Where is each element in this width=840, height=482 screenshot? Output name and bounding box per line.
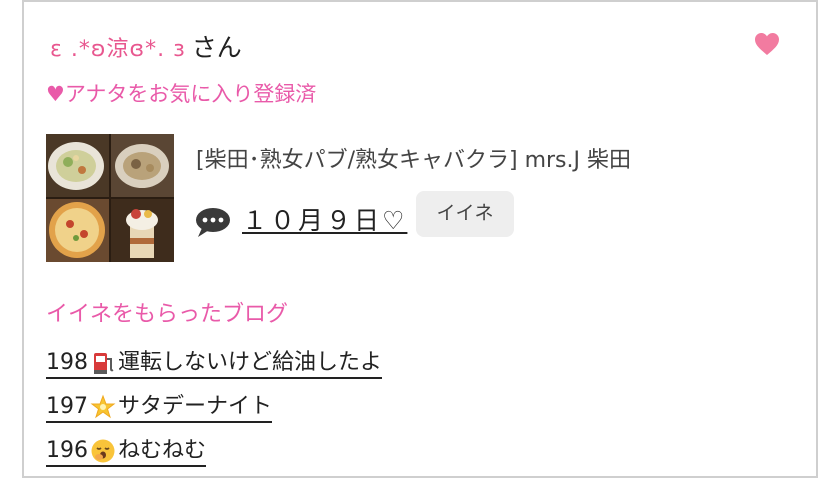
food-photo-collage — [46, 134, 174, 262]
user-line: ε .*ʚ涼ɞ*. з さん — [50, 28, 242, 62]
user-card: ε .*ʚ涼ɞ*. з さん ♥アナタをお気に入り登録済 [柴田･熟女パブ/熟女… — [22, 0, 818, 478]
speech-bubble-icon — [196, 208, 230, 237]
blog-number: 197 — [46, 394, 88, 419]
liked-blogs-title: イイネをもらったブログ — [46, 302, 289, 327]
user-honorific: さん — [191, 33, 242, 62]
fuel-pump-icon — [90, 350, 116, 376]
glowing-star-icon — [90, 394, 116, 420]
blog-link-198[interactable]: 198 運転しないけど給油したよ — [46, 349, 383, 379]
blog-link-196[interactable]: 196 ねむねむ — [46, 437, 207, 467]
post-date-link[interactable]: １０月９日♡ — [242, 201, 407, 237]
blog-number: 196 — [46, 438, 88, 463]
liked-blogs-list: 198 運転しないけど給油したよ 197 サタデーナイト 196 ねむねむ — [46, 342, 383, 474]
user-name[interactable]: ε .*ʚ涼ɞ*. з — [50, 31, 186, 63]
blog-link-197[interactable]: 197 サタデーナイト — [46, 393, 273, 423]
post-thumbnail[interactable] — [46, 134, 174, 262]
comment-icon[interactable] — [194, 206, 232, 238]
blog-title: 運転しないけど給油したよ — [118, 350, 383, 375]
list-item: 197 サタデーナイト — [46, 386, 382, 430]
blog-number: 198 — [46, 350, 88, 375]
list-item: 198 運転しないけど給油したよ — [46, 342, 383, 386]
blog-title: ねむねむ — [118, 438, 207, 463]
yawning-face-icon — [90, 438, 116, 464]
blog-title: サタデーナイト — [118, 394, 273, 419]
list-item: 196 ねむねむ — [46, 430, 382, 474]
heart-icon-svg — [755, 33, 779, 55]
shop-name: [柴田･熟女パブ/熟女キャバクラ] mrs.J 柴田 — [196, 148, 631, 173]
heart-icon[interactable] — [754, 32, 780, 56]
favorite-status: ♥アナタをお気に入り登録済 — [46, 82, 317, 106]
iine-button[interactable]: イイネ — [416, 191, 514, 237]
